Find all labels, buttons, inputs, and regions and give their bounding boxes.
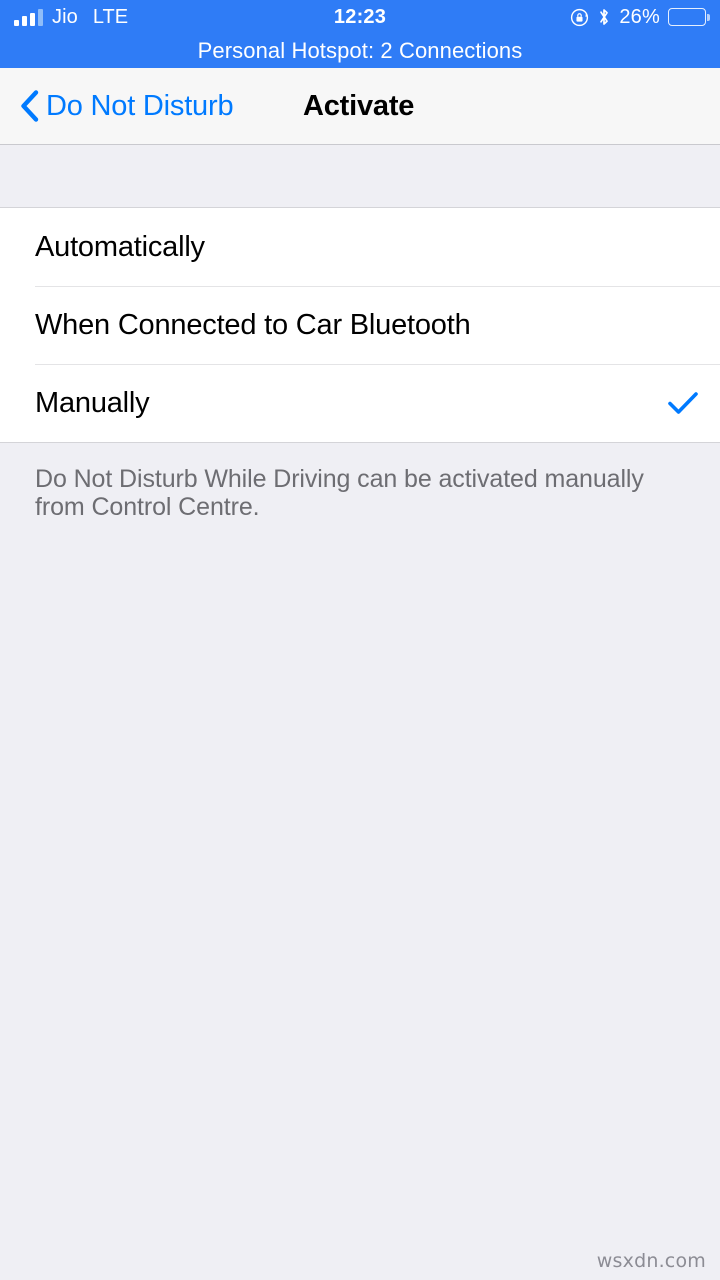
page-title: Activate — [303, 89, 415, 122]
section-header-spacer — [0, 145, 720, 207]
option-label: Manually — [35, 386, 150, 419]
status-bar-right-cluster: 26% — [570, 6, 710, 28]
status-bar: Jio LTE 12:23 26% Personal Hotspot: 2 Co… — [0, 0, 720, 68]
back-button-label: Do Not Disturb — [46, 89, 234, 122]
option-label: When Connected to Car Bluetooth — [35, 308, 471, 341]
back-button[interactable]: Do Not Disturb — [0, 89, 234, 122]
checkmark-icon — [668, 391, 698, 415]
battery-icon — [668, 8, 710, 26]
option-row-manually[interactable]: Manually — [0, 364, 720, 442]
chevron-left-icon — [20, 90, 39, 122]
option-label: Automatically — [35, 230, 205, 263]
navigation-bar: Do Not Disturb Activate — [0, 68, 720, 145]
rotation-lock-icon — [570, 8, 589, 27]
watermark: wsxdn.com — [596, 1250, 706, 1272]
bluetooth-icon — [597, 7, 611, 27]
section-footer-note: Do Not Disturb While Driving can be acti… — [35, 465, 644, 522]
option-row-when-connected-to-car-bluetooth[interactable]: When Connected to Car Bluetooth — [0, 286, 720, 364]
settings-content: Automatically When Connected to Car Blue… — [0, 145, 720, 522]
activate-options-group: Automatically When Connected to Car Blue… — [0, 207, 720, 443]
status-bar-top-row: Jio LTE 12:23 26% — [0, 0, 720, 34]
battery-percent-label: 26% — [619, 6, 660, 28]
option-row-automatically[interactable]: Automatically — [0, 208, 720, 286]
personal-hotspot-banner[interactable]: Personal Hotspot: 2 Connections — [0, 34, 720, 68]
